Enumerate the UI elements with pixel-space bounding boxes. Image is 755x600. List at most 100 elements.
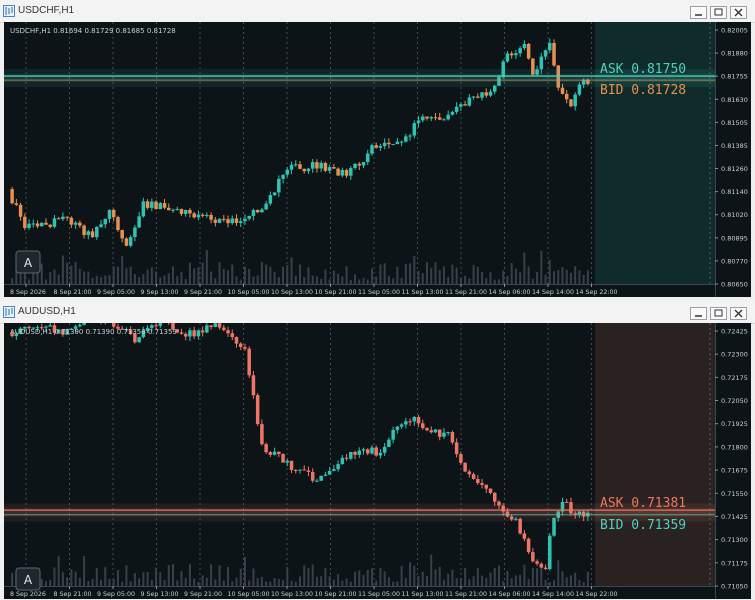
x-tick-label: 11 Sep 21:00 [445,289,487,296]
y-tick-label: 0.72425 [721,328,748,336]
volume-bar [345,578,348,586]
volume-bar [70,569,73,586]
y-tick-label: 0.71800 [721,443,748,451]
candle-body [230,218,235,224]
volume-bar [421,572,424,586]
volume-bar [341,580,344,586]
volume-bar [66,262,69,284]
x-tick-label: 8 Sep 2026 [10,289,46,296]
candle-body [353,163,357,169]
volume-bar [582,581,585,586]
candle-body [412,416,417,422]
volume-bar [210,564,213,586]
minimize-button[interactable] [690,6,707,19]
chart-canvas[interactable]: 0.82005 0.81880 0.81755 0.81630 0.81505 0.813… [4,22,751,297]
volume-bar [451,569,454,586]
maximize-button[interactable] [710,307,727,320]
candle-body [463,462,467,472]
volume-bar [108,578,111,586]
candle-body [95,226,99,238]
x-tick-label: 9 Sep 21:00 [184,591,222,598]
autoscroll-button[interactable]: A [15,250,41,274]
candle-body [78,324,82,327]
candle-body [421,116,425,121]
volume-bar [527,578,530,586]
x-tick-label: 14 Sep 22:00 [576,289,618,296]
volume-bar [548,260,551,284]
candle-body [124,238,129,246]
x-tick-label: 11 Sep 13:00 [402,289,444,296]
x-tick-label: 14 Sep 06:00 [489,591,531,598]
chart-canvas[interactable]: 0.72425 0.72300 0.72175 0.72050 0.71925 0.718… [4,323,751,599]
y-tick-label: 0.72300 [721,351,748,359]
x-tick-label: 10 Sep 13:00 [271,289,313,296]
volume-bar [366,569,369,586]
candle-body [285,460,290,463]
maximize-icon [714,309,723,317]
volume-bar [269,581,272,586]
volume-bar [413,255,416,284]
candle-body [298,469,302,471]
x-tick-label: 11 Sep 21:00 [445,591,487,598]
candle-body [391,144,395,146]
candle-body [361,162,366,166]
volume-bar [176,580,179,586]
price-chart[interactable]: 0.72425 0.72300 0.72175 0.72050 0.71925 0.718… [4,323,751,599]
volume-bar [171,564,174,586]
candle-body [425,428,429,431]
candle-body [522,43,527,49]
volume-bar [227,567,230,586]
close-button[interactable] [730,6,747,19]
close-button[interactable] [730,307,747,320]
candle-body [141,201,146,217]
candle-body [40,222,44,227]
candle-body [260,424,264,445]
candle-body [188,330,192,337]
candle-body [336,464,340,470]
candle-body [340,170,345,176]
volume-bar [53,269,56,284]
volume-bar [159,277,162,284]
candle-body [217,323,222,328]
candle-body [86,231,91,236]
volume-bar [582,274,585,284]
window-titlebar[interactable]: USDCHF,H1 [0,0,755,23]
volume-bar [375,276,378,284]
volume-bar [78,268,81,284]
volume-bar [222,580,225,586]
x-tick-label: 9 Sep 13:00 [141,289,179,296]
candle-body [158,203,163,210]
ask-label: ASK 0.71381 [600,496,686,511]
volume-bar [421,273,424,284]
minimize-button[interactable] [690,307,707,320]
bid-label: BID 0.71359 [600,518,686,533]
candle-body [573,94,577,107]
candle-body [378,146,383,148]
volume-bar [104,567,107,586]
volume-bar [565,269,568,284]
volume-bar [299,576,301,586]
candle-body [82,225,86,236]
window-titlebar[interactable]: AUDUSD,H1 [0,301,755,324]
y-tick-label: 0.71425 [721,513,748,521]
volume-bar [265,264,268,284]
price-chart[interactable]: 0.82005 0.81880 0.81755 0.81630 0.81505 0.813… [4,22,751,297]
volume-bar [294,275,297,284]
volume-bar [49,272,52,284]
volume-bar [142,572,145,586]
y-tick-label: 0.81880 [721,50,748,58]
volume-bar [519,272,522,284]
candle-body [484,484,489,489]
volume-bar [252,568,255,586]
volume-bar [133,573,136,586]
maximize-button[interactable] [710,6,727,19]
x-tick-label: 8 Sep 2026 [10,591,46,598]
volume-bar [36,273,39,284]
candle-body [315,480,319,482]
candle-body [18,204,23,217]
autoscroll-button[interactable]: A [15,567,41,591]
volume-bar [201,575,204,586]
candle-body [353,452,357,455]
volume-bar [561,267,564,284]
candle-body [281,453,285,463]
